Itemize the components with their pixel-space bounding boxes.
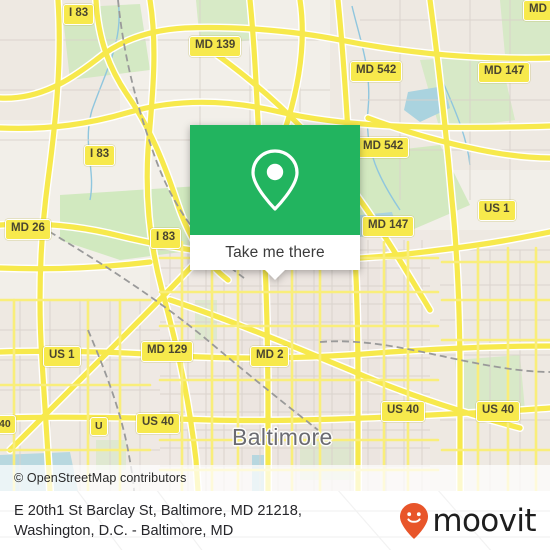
map-city-label: Baltimore — [232, 424, 333, 450]
moovit-wordmark: moovit — [432, 502, 536, 539]
road-shield-label: US 40 — [476, 401, 520, 422]
road-shield-label: MD 2 — [250, 346, 290, 367]
road-shield-label: MD 1 — [523, 0, 550, 21]
address-line-2: Washington, D.C. - Baltimore, MD — [14, 522, 234, 539]
moovit-brand[interactable]: moovit — [399, 502, 537, 540]
map-canvas[interactable]: Baltimore I 83 MD 139 MD 542 MD 147 MD 1 I 83… — [0, 0, 550, 491]
road-shield-label: MD 26 — [5, 219, 51, 240]
road-shield-label: US 1 — [478, 200, 516, 221]
road-shield-label: U — [90, 417, 108, 436]
osm-attribution-text[interactable]: © OpenStreetMap contributors — [14, 471, 187, 485]
location-popup-card[interactable]: Take me there — [190, 125, 360, 280]
road-shield-label: US 40 — [136, 413, 180, 434]
map-screenshot: Baltimore I 83 MD 139 MD 542 MD 147 MD 1 I 83… — [0, 0, 550, 550]
road-shield-label: MD 129 — [141, 341, 194, 362]
road-shield-label: MD 147 — [478, 62, 531, 83]
road-shield-label: 40 — [0, 415, 16, 434]
road-shield-label: MD 542 — [357, 137, 410, 158]
take-me-there-button[interactable]: Take me there — [190, 235, 360, 270]
map-attribution-bar: © OpenStreetMap contributors — [0, 465, 550, 491]
address-line-1: E 20th1 St Barclay St, Baltimore, MD 212… — [14, 502, 302, 519]
popup-image-area — [190, 125, 360, 235]
road-shield-label: I 83 — [84, 145, 116, 166]
popup-pointer — [264, 269, 286, 280]
road-shield-label: MD 542 — [350, 61, 403, 82]
footer-bar: E 20th1 St Barclay St, Baltimore, MD 212… — [0, 491, 550, 550]
footer-address: E 20th1 St Barclay St, Baltimore, MD 212… — [14, 501, 302, 541]
road-shield-label: US 1 — [43, 346, 81, 367]
road-shield-label: MD 147 — [362, 216, 415, 237]
map-pin-icon — [251, 149, 299, 211]
road-shield-label: MD 139 — [189, 36, 242, 57]
road-shield-label: I 83 — [63, 4, 95, 25]
road-shield-label: I 83 — [150, 228, 182, 249]
road-shield-label: US 40 — [381, 401, 425, 422]
moovit-smiley-pin-icon — [400, 502, 429, 539]
